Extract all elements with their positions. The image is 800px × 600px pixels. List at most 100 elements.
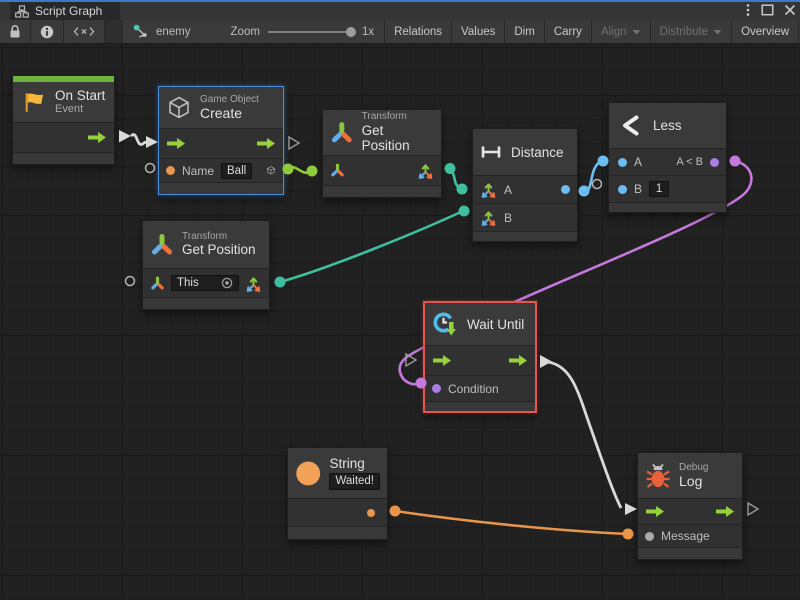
node-footer — [425, 401, 535, 411]
vector3-input-port-a[interactable] — [480, 181, 497, 198]
wire-endpoint — [283, 164, 294, 175]
string-output-port[interactable] — [367, 509, 375, 517]
node-title: Log — [679, 473, 708, 489]
b-value-field[interactable]: 1 — [649, 181, 669, 197]
graph-name[interactable]: enemy — [156, 26, 191, 38]
code-icon — [73, 26, 95, 37]
exec-input-port[interactable] — [166, 137, 186, 150]
gameobject-output-port[interactable] — [266, 163, 276, 178]
node-surtitle: Game Object — [200, 94, 259, 106]
unconnected-port-ring[interactable] — [593, 180, 602, 189]
graph-asset-icon — [133, 24, 148, 39]
carry-button[interactable]: Carry — [545, 20, 592, 43]
graph-zoom-segment: enemy Zoom 1x — [123, 20, 385, 43]
transform-input-port[interactable] — [330, 163, 345, 178]
bool-output-port[interactable] — [710, 158, 719, 167]
values-button[interactable]: Values — [452, 20, 505, 43]
wire-distance-to-less-a[interactable] — [584, 161, 602, 191]
vector3-output-port[interactable] — [417, 162, 434, 179]
wire-endpoint — [598, 156, 609, 167]
name-input-port[interactable] — [166, 166, 175, 175]
port-label: B — [504, 211, 512, 225]
exec-input-port[interactable] — [432, 354, 452, 367]
input-port-a[interactable] — [618, 158, 627, 167]
float-output-port[interactable] — [561, 185, 570, 194]
zoom-slider-handle[interactable] — [346, 27, 356, 37]
node-on-start-event[interactable]: On Start Event — [12, 75, 115, 165]
node-string-literal[interactable]: String Waited! — [287, 447, 388, 540]
vector3-input-port-b[interactable] — [480, 209, 497, 226]
toolbar-button-row: Relations Values Dim Carry Align Distrib… — [385, 20, 800, 43]
input-port-b[interactable] — [618, 185, 627, 194]
dim-button[interactable]: Dim — [505, 20, 544, 43]
wire-arrowhead — [146, 136, 158, 148]
tab-script-graph[interactable]: Script Graph — [10, 2, 120, 20]
node-gameobject-create[interactable]: Game Object Create Name Ball — [158, 86, 284, 195]
align-button[interactable]: Align — [592, 20, 651, 43]
wire-create-to-getposition[interactable] — [288, 167, 312, 173]
maximize-icon[interactable] — [761, 4, 774, 16]
overview-button[interactable]: Overview — [732, 20, 799, 43]
name-value-field[interactable]: Ball — [221, 163, 252, 179]
node-title: String — [329, 456, 380, 472]
unconnected-exec-stub[interactable] — [289, 137, 299, 149]
string-value-field[interactable]: Waited! — [329, 473, 380, 490]
node-wait-until[interactable]: Wait Until Condition — [423, 301, 537, 413]
wire-endpoint — [579, 186, 590, 197]
node-footer — [473, 231, 577, 241]
node-debug-log[interactable]: Debug Log Message — [637, 452, 743, 560]
node-footer — [143, 297, 269, 309]
node-footer — [13, 152, 114, 164]
target-field[interactable]: This — [171, 275, 239, 291]
wire-waituntil-to-log[interactable] — [548, 362, 621, 508]
distance-icon — [480, 144, 502, 160]
object-picker-icon[interactable] — [221, 277, 233, 289]
relations-button[interactable]: Relations — [385, 20, 452, 43]
node-less[interactable]: Less A A < B B 1 — [608, 102, 727, 213]
exec-output-port[interactable] — [87, 131, 107, 144]
transform-input-port[interactable] — [150, 276, 165, 291]
info-icon — [40, 25, 54, 39]
exec-output-port[interactable] — [715, 505, 735, 518]
unconnected-exec-stub[interactable] — [748, 503, 758, 515]
node-get-position-bottom[interactable]: Transform Get Position This — [142, 220, 270, 310]
node-title: Distance — [511, 145, 564, 160]
wire-string-to-message[interactable] — [395, 511, 628, 534]
distribute-button[interactable]: Distribute — [651, 20, 733, 43]
unconnected-exec-stub[interactable] — [406, 354, 416, 366]
node-surtitle: Transform — [362, 111, 434, 123]
message-input-port[interactable] — [645, 532, 654, 541]
code-view-button[interactable] — [64, 20, 105, 43]
wire-start-triangle — [119, 130, 131, 143]
window-menu-icon[interactable] — [745, 3, 751, 17]
node-distance[interactable]: Distance A B — [472, 128, 578, 242]
wire-getposition-bottom-to-distance-b[interactable] — [280, 211, 463, 282]
node-title: Less — [653, 118, 682, 133]
graph-canvas[interactable]: On Start Event Game Object Create — [0, 44, 800, 600]
lock-button[interactable] — [0, 20, 31, 43]
window-tab-bar: Script Graph — [0, 0, 800, 20]
dropdown-arrow-icon — [713, 29, 722, 35]
condition-input-port[interactable] — [432, 384, 441, 393]
wire-getposition-top-to-distance-a[interactable] — [450, 169, 461, 189]
script-graph-icon — [15, 5, 29, 18]
wire-arrowhead — [625, 503, 637, 515]
port-label: Name — [182, 164, 214, 178]
tab-title: Script Graph — [35, 4, 102, 18]
info-button[interactable] — [31, 20, 64, 43]
wire-onstart-to-create[interactable] — [131, 135, 150, 145]
close-icon[interactable] — [784, 4, 796, 16]
exec-output-port[interactable] — [256, 137, 276, 150]
wait-until-icon — [432, 311, 459, 338]
exec-output-port[interactable] — [508, 354, 528, 367]
wire-endpoint — [623, 529, 634, 540]
unity-script-graph-window: Script Graph — [0, 0, 800, 600]
unconnected-port-ring[interactable] — [146, 164, 155, 173]
vector3-output-port[interactable] — [245, 275, 262, 292]
zoom-slider[interactable] — [268, 26, 354, 38]
wire-start-triangle — [540, 355, 552, 368]
node-subtitle: Event — [55, 103, 105, 116]
unconnected-port-ring[interactable] — [126, 277, 135, 286]
node-get-position-top[interactable]: Transform Get Position — [322, 109, 442, 198]
exec-input-port[interactable] — [645, 505, 665, 518]
